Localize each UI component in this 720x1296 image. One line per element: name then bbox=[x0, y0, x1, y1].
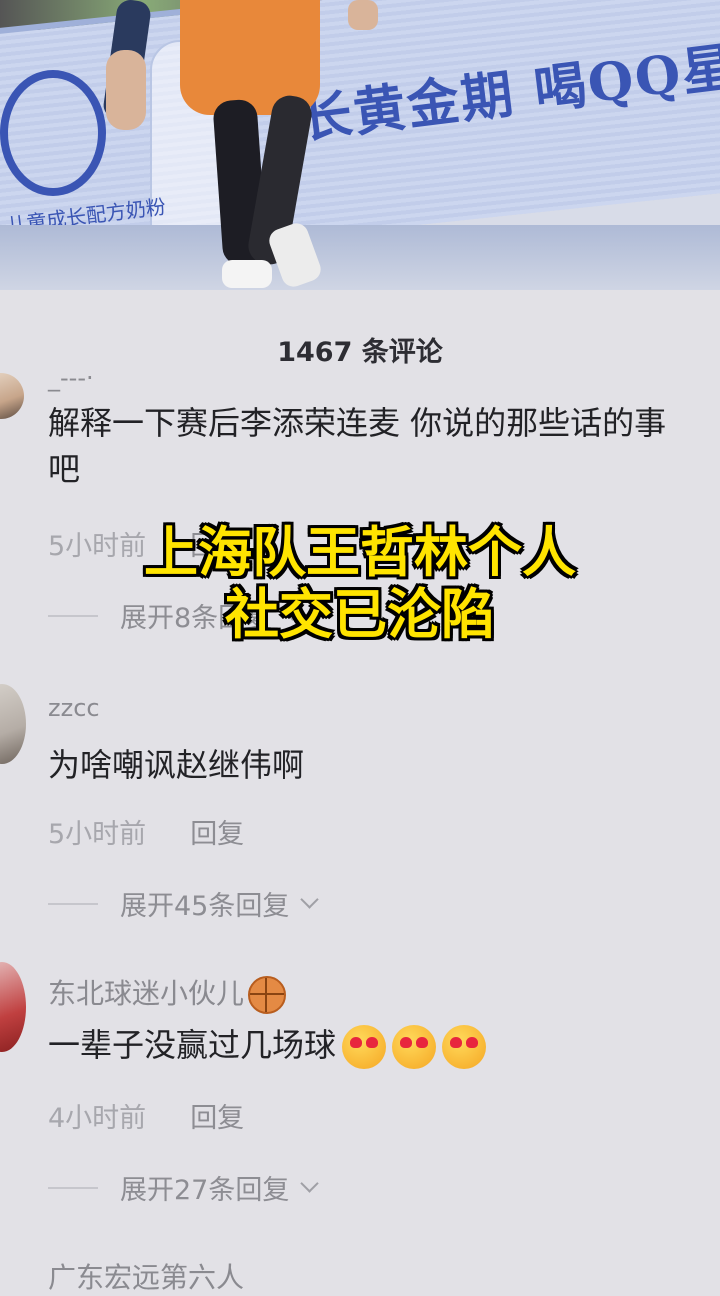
comment-time: 4小时前 bbox=[48, 1103, 147, 1134]
reply-button[interactable]: 回复 bbox=[190, 819, 244, 850]
comment-meta: 4小时前 回复 bbox=[48, 1096, 244, 1135]
divider bbox=[48, 902, 98, 905]
heart-eyes-icon bbox=[392, 1025, 437, 1069]
player-hand bbox=[106, 50, 146, 130]
player-arm bbox=[348, 0, 378, 30]
caption-line: 社交已沦陷 bbox=[225, 583, 495, 646]
chevron-down-icon bbox=[300, 890, 320, 909]
comment-username[interactable]: zzcc bbox=[48, 694, 100, 722]
ad-logo bbox=[0, 70, 106, 196]
expand-replies-label: 展开27条回复 bbox=[120, 1175, 290, 1206]
heart-eyes-icon bbox=[442, 1025, 487, 1069]
comment-sheet[interactable]: 1467 条评论 _---· 解释一下赛后李添荣连麦 你说的那些话的事吧 5小时… bbox=[0, 290, 720, 1294]
heart-eyes-icon bbox=[342, 1025, 387, 1069]
comment-username[interactable]: 东北球迷小伙儿 bbox=[48, 972, 287, 1014]
caption-line: 上海队王哲林个人 bbox=[144, 521, 576, 584]
divider bbox=[48, 1186, 98, 1189]
player-shoe bbox=[222, 260, 272, 288]
comment-time: 5小时前 bbox=[48, 819, 147, 850]
comment-text[interactable]: 为啥嘲讽赵继伟啊 bbox=[48, 742, 698, 788]
basketball-icon bbox=[248, 976, 287, 1014]
comment-username[interactable]: _---· bbox=[48, 364, 94, 392]
comment-meta: 5小时前 回复 bbox=[48, 812, 244, 851]
expand-replies-button[interactable]: 展开45条回复 bbox=[48, 884, 320, 923]
video-caption-overlay: 上海队王哲林个人 社交已沦陷 bbox=[0, 522, 720, 646]
player-shoe bbox=[265, 219, 325, 290]
avatar[interactable] bbox=[0, 684, 26, 764]
video-player[interactable]: 长黄金期 喝QQ星榛高奶 儿童成长配方奶粉 bbox=[0, 0, 720, 290]
comment-username[interactable]: 广东宏远第六人 bbox=[48, 1256, 244, 1296]
avatar[interactable] bbox=[0, 373, 24, 419]
expand-replies-label: 展开45条回复 bbox=[120, 891, 290, 922]
comment-text[interactable]: 解释一下赛后李添荣连麦 你说的那些话的事吧 bbox=[48, 400, 698, 492]
comment-text[interactable]: 一辈子没赢过几场球 bbox=[48, 1022, 698, 1069]
comment-text-content: 一辈子没赢过几场球 bbox=[48, 1026, 337, 1064]
chevron-down-icon bbox=[300, 1174, 320, 1193]
basketball-player bbox=[101, 0, 378, 290]
comment-username-text: 东北球迷小伙儿 bbox=[48, 977, 245, 1010]
court-floor bbox=[0, 225, 720, 290]
comment-count: 1467 条评论 bbox=[277, 337, 443, 368]
expand-replies-button[interactable]: 展开27条回复 bbox=[48, 1168, 320, 1207]
avatar[interactable] bbox=[0, 962, 26, 1052]
reply-button[interactable]: 回复 bbox=[190, 1103, 244, 1134]
